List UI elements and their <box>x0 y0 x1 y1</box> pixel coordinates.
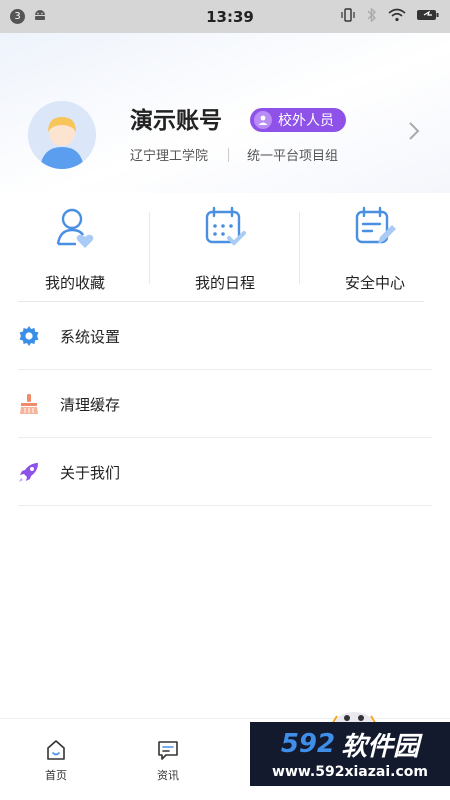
gear-icon <box>19 326 39 346</box>
nav-item-news[interactable]: 资讯 <box>112 719 224 800</box>
quick-action-label: 安全中心 <box>344 274 405 292</box>
quick-action-schedule[interactable]: 我的日程 <box>150 200 300 298</box>
user-favorite-icon <box>56 208 94 248</box>
nav-item-home[interactable]: 首页 <box>0 719 112 800</box>
broom-icon <box>20 394 38 414</box>
bluetooth-icon <box>366 6 378 27</box>
nav-label: 首页 <box>45 769 67 782</box>
user-group-icon <box>254 111 272 129</box>
calendar-check-icon <box>205 206 246 246</box>
battery-icon <box>416 8 440 26</box>
avatar[interactable] <box>28 101 96 169</box>
menu-item-label: 关于我们 <box>60 463 121 482</box>
wifi-icon <box>388 8 406 26</box>
settings-menu: 系统设置 清理缓存 关于我们 <box>0 302 450 506</box>
vibrate-icon <box>340 7 356 27</box>
watermark-text: 软件园 <box>341 731 420 762</box>
status-time: 13:39 <box>206 7 254 26</box>
school-name: 辽宁理工学院 <box>130 149 209 164</box>
divider <box>228 147 230 162</box>
role-badge: 校外人员 <box>250 108 346 132</box>
quick-actions: 我的收藏 我的日程 安全中心 <box>0 200 450 298</box>
menu-item-system-settings[interactable]: 系统设置 <box>0 302 450 370</box>
role-badge-label: 校外人员 <box>278 113 334 129</box>
watermark: 592 软件园 www.592xiazai.com <box>250 722 450 786</box>
affiliation-line: 辽宁理工学院 统一平台项目组 <box>130 145 338 164</box>
calendar-edit-icon <box>355 206 396 244</box>
android-icon <box>33 8 47 26</box>
menu-item-about-us[interactable]: 关于我们 <box>0 438 450 506</box>
profile-header[interactable]: 演示账号 校外人员 辽宁理工学院 统一平台项目组 <box>0 33 450 193</box>
message-icon <box>158 741 178 760</box>
home-icon <box>47 740 65 760</box>
menu-item-label: 清理缓存 <box>60 395 121 414</box>
watermark-brand: 592 软件园 <box>250 726 450 762</box>
account-name: 演示账号 <box>130 108 222 134</box>
quick-action-label: 我的日程 <box>194 274 255 292</box>
watermark-number: 592 <box>280 729 336 759</box>
quick-action-security[interactable]: 安全中心 <box>300 200 450 298</box>
chevron-right-icon[interactable] <box>408 121 420 145</box>
quick-action-label: 我的收藏 <box>44 274 105 292</box>
menu-item-label: 系统设置 <box>60 327 121 346</box>
notification-count-icon: 3 <box>10 9 25 24</box>
department-name: 统一平台项目组 <box>247 149 339 164</box>
rocket-icon <box>19 463 38 482</box>
watermark-url: www.592xiazai.com <box>272 764 428 780</box>
status-bar: 3 13:39 <box>0 0 450 33</box>
nav-label: 资讯 <box>157 769 179 782</box>
quick-action-favorites[interactable]: 我的收藏 <box>0 200 150 298</box>
menu-item-clear-cache[interactable]: 清理缓存 <box>0 370 450 438</box>
